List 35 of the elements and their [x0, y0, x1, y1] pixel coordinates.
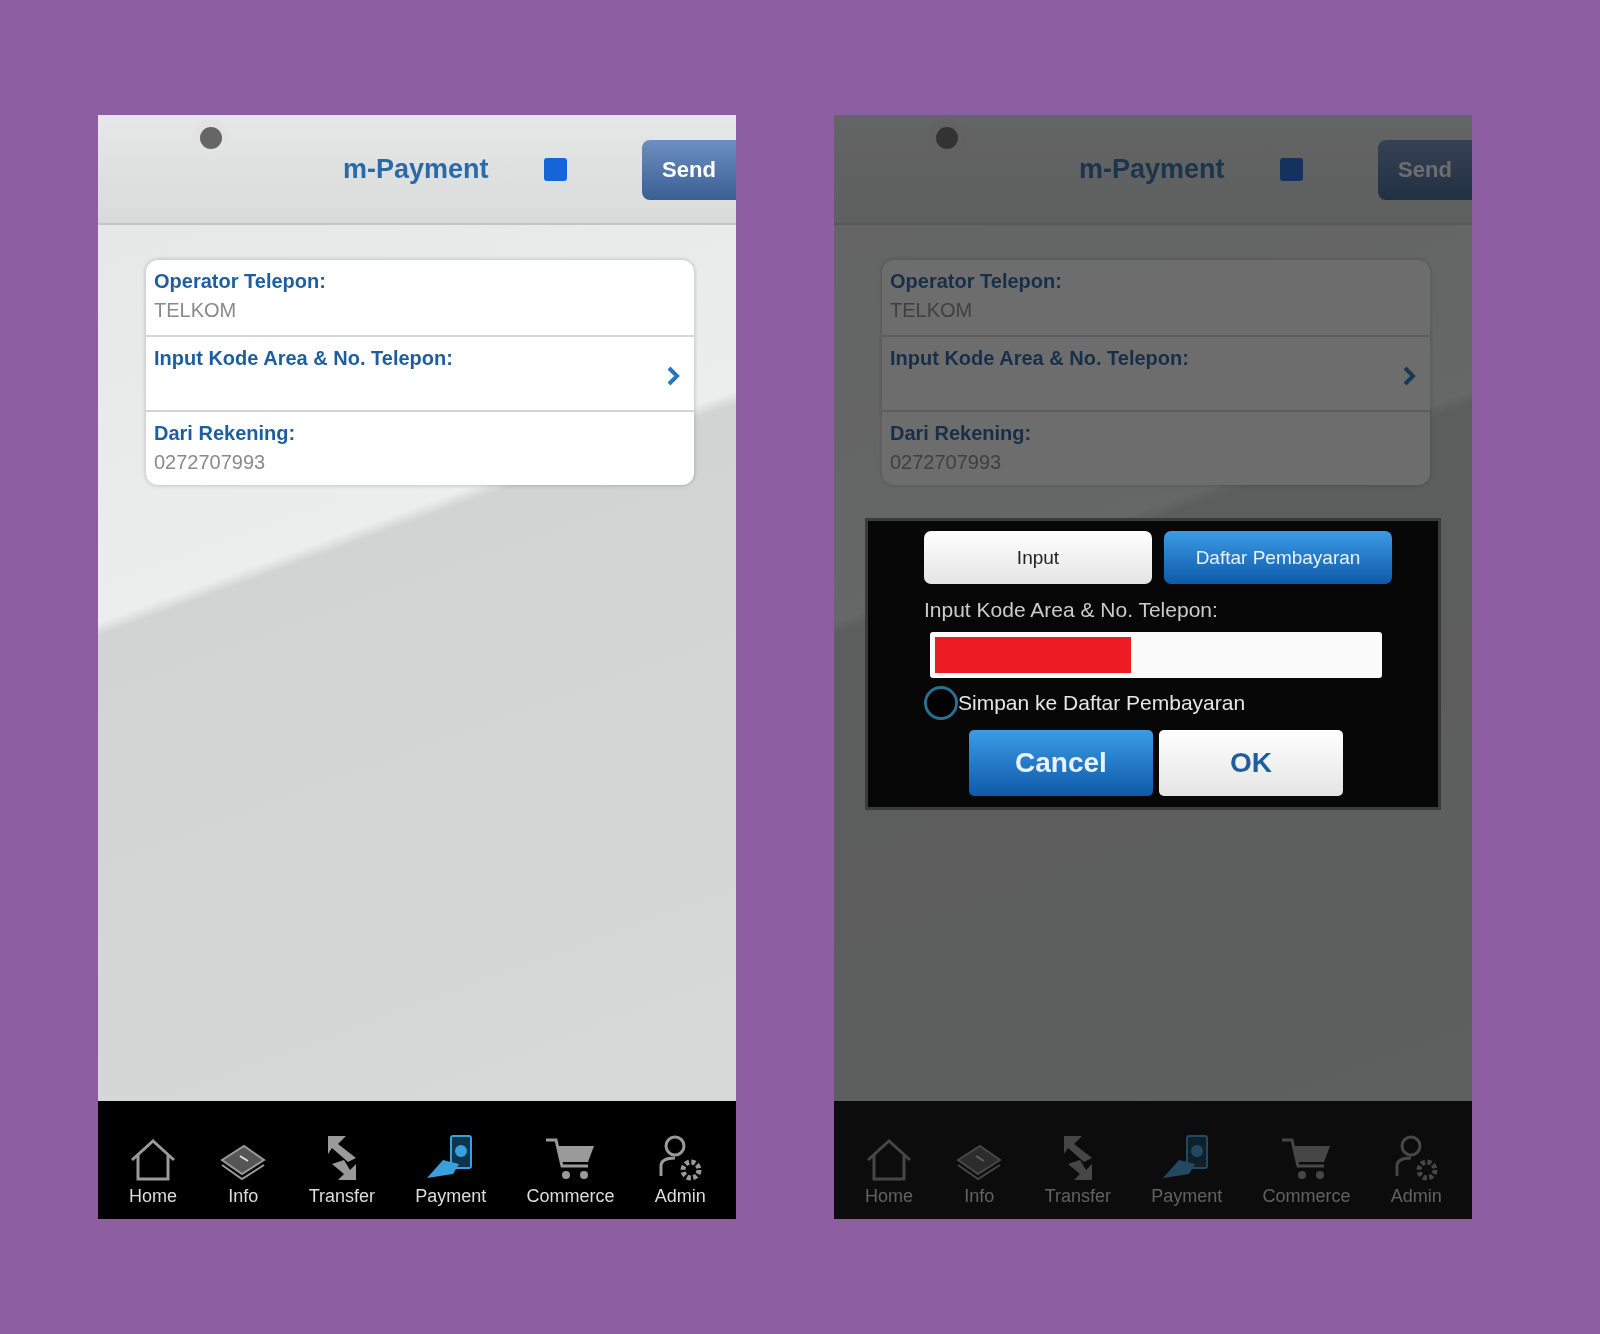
field-value: TELKOM: [154, 299, 238, 322]
field-label: Operator Telepon:: [154, 270, 327, 293]
nav-label[interactable]: Home: [129, 1186, 178, 1207]
dialog-button[interactable]: OK: [1159, 730, 1343, 796]
nav-label[interactable]: Payment: [415, 1186, 487, 1207]
nav-label[interactable]: Payment: [1151, 1186, 1223, 1207]
field-label: Input Kode Area & No. Telepon:: [890, 347, 1190, 370]
field-label: Input Kode Area & No. Telepon:: [154, 347, 454, 370]
field-label: Input Kode Area & No. Telepon:: [924, 598, 1219, 622]
chevron-right-icon[interactable]: [666, 365, 680, 387]
mode-button[interactable]: Daftar Pembayaran: [1164, 531, 1392, 584]
field-label: Operator Telepon:: [890, 270, 1063, 293]
nav-label[interactable]: Home: [865, 1186, 914, 1207]
nav-label[interactable]: Commerce: [526, 1186, 615, 1207]
nav-label[interactable]: Admin: [1390, 1186, 1442, 1207]
nav-label[interactable]: Transfer: [1044, 1186, 1111, 1207]
chevron-right-icon[interactable]: [1402, 365, 1416, 387]
option-label: Simpan ke Daftar Pembayaran: [958, 691, 1246, 715]
field-label: Dari Rekening:: [890, 422, 1033, 445]
app-title: m-Payment: [1079, 153, 1225, 185]
nav-label[interactable]: Commerce: [1262, 1186, 1351, 1207]
nav-label[interactable]: Info: [964, 1186, 995, 1207]
nav-label[interactable]: Admin: [654, 1186, 706, 1207]
nav-label[interactable]: Transfer: [308, 1186, 375, 1207]
send-button[interactable]: Send: [642, 140, 736, 200]
mode-button[interactable]: Input: [924, 531, 1152, 584]
app-title: m-Payment: [343, 153, 489, 185]
input-field[interactable]: [930, 632, 1382, 678]
square-icon: [543, 157, 567, 181]
dialog-button[interactable]: Cancel: [969, 730, 1153, 796]
square-icon: [1279, 157, 1303, 181]
field-value: 0272707993: [154, 451, 267, 474]
field-label: Dari Rekening:: [154, 422, 297, 445]
nav-label[interactable]: Info: [228, 1186, 259, 1207]
radio-button[interactable]: [924, 686, 958, 720]
